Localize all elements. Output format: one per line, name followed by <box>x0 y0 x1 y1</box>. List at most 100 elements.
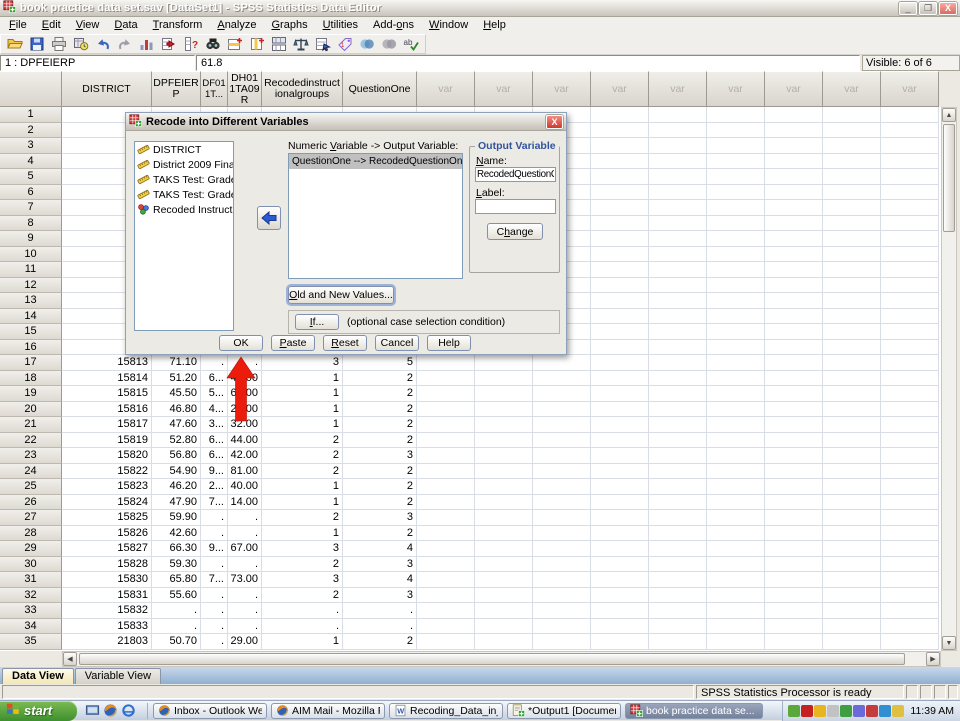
row-header[interactable]: 18 <box>0 371 62 387</box>
grid-cell[interactable]: 42.00 <box>228 448 262 464</box>
numeric-to-output-variable-list[interactable]: QuestionOne --> RecodedQuestionOne <box>288 153 463 279</box>
menu-addons[interactable]: Add-ons <box>373 19 414 32</box>
grid-cell-empty[interactable] <box>649 154 707 170</box>
column-header-questionone[interactable]: QuestionOne <box>343 71 417 107</box>
grid-cell-empty[interactable] <box>823 200 881 216</box>
grid-cell-empty[interactable] <box>881 588 939 604</box>
grid-cell-empty[interactable] <box>649 262 707 278</box>
grid-cell-empty[interactable] <box>649 371 707 387</box>
grid-cell[interactable]: 67.00 <box>228 541 262 557</box>
grid-cell-empty[interactable] <box>765 417 823 433</box>
row-header[interactable]: 7 <box>0 200 62 216</box>
taskbar-window-button[interactable]: Inbox - Outlook Web ... <box>153 703 267 719</box>
grid-cell-empty[interactable] <box>823 386 881 402</box>
grid-cell[interactable]: 9... <box>201 541 228 557</box>
grid-cell-empty[interactable] <box>591 216 649 232</box>
grid-cell[interactable]: 1 <box>262 526 343 542</box>
grid-cell[interactable]: . <box>201 588 228 604</box>
help-button[interactable]: Help <box>427 335 471 351</box>
grid-cell[interactable]: . <box>201 619 228 635</box>
grid-cell-empty[interactable] <box>823 572 881 588</box>
grid-cell[interactable]: 21803 <box>62 634 152 650</box>
grid-cell-empty[interactable] <box>823 526 881 542</box>
grid-cell-empty[interactable] <box>591 355 649 371</box>
grid-cell-empty[interactable] <box>417 495 475 511</box>
close-button[interactable]: X <box>939 2 957 15</box>
grid-cell[interactable]: 15817 <box>62 417 152 433</box>
row-header[interactable]: 13 <box>0 293 62 309</box>
grid-cell-empty[interactable] <box>649 278 707 294</box>
grid-cell-empty[interactable] <box>591 464 649 480</box>
grid-cell-empty[interactable] <box>649 510 707 526</box>
grid-cell-empty[interactable] <box>707 185 765 201</box>
grid-cell[interactable]: 1 <box>262 479 343 495</box>
grid-cell-empty[interactable] <box>649 247 707 263</box>
recode-pair-item-selected[interactable]: QuestionOne --> RecodedQuestionOne <box>289 154 462 169</box>
grid-cell[interactable]: 46.80 <box>152 402 201 418</box>
split-file-button[interactable] <box>270 36 288 53</box>
tab-variable-view[interactable]: Variable View <box>75 668 161 684</box>
grid-cell-empty[interactable] <box>707 200 765 216</box>
grid-cell-empty[interactable] <box>475 588 533 604</box>
grid-cell-empty[interactable] <box>591 138 649 154</box>
grid-cell[interactable]: 15816 <box>62 402 152 418</box>
grid-cell-empty[interactable] <box>881 107 939 123</box>
grid-cell-empty[interactable] <box>707 526 765 542</box>
grid-cell[interactable]: 4 <box>343 541 417 557</box>
grid-cell-empty[interactable] <box>591 371 649 387</box>
grid-cell-empty[interactable] <box>591 200 649 216</box>
grid-cell[interactable]: . <box>262 603 343 619</box>
grid-cell-empty[interactable] <box>591 526 649 542</box>
column-header-var[interactable]: var <box>475 71 533 107</box>
value-labels-button[interactable]: 1 <box>336 36 354 53</box>
grid-cell-empty[interactable] <box>707 293 765 309</box>
row-header[interactable]: 4 <box>0 154 62 170</box>
grid-cell-empty[interactable] <box>765 309 823 325</box>
grid-cell-empty[interactable] <box>881 402 939 418</box>
grid-cell-empty[interactable] <box>475 510 533 526</box>
grid-cell-empty[interactable] <box>881 154 939 170</box>
column-header-recodedinstructionalgroups[interactable]: Recodedinstructionalgroups <box>262 71 343 107</box>
grid-cell[interactable]: 45.50 <box>152 386 201 402</box>
grid-cell[interactable]: . <box>152 603 201 619</box>
grid-cell-empty[interactable] <box>417 479 475 495</box>
grid-cell[interactable]: 14.00 <box>228 495 262 511</box>
grid-cell-empty[interactable] <box>881 309 939 325</box>
grid-cell-empty[interactable] <box>649 231 707 247</box>
grid-cell[interactable]: 3 <box>262 355 343 371</box>
grid-cell[interactable]: 1 <box>262 417 343 433</box>
minimize-button[interactable]: _ <box>899 2 917 15</box>
menu-file[interactable]: File <box>9 19 27 32</box>
row-header[interactable]: 11 <box>0 262 62 278</box>
grid-cell[interactable]: 4... <box>201 402 228 418</box>
grid-cell-empty[interactable] <box>707 510 765 526</box>
menu-view[interactable]: View <box>76 19 100 32</box>
grid-cell-empty[interactable] <box>707 278 765 294</box>
grid-cell-empty[interactable] <box>475 634 533 650</box>
grid-cell-empty[interactable] <box>533 355 591 371</box>
insert-variable-button[interactable] <box>248 36 266 53</box>
sync-arrows-icon[interactable] <box>879 705 891 717</box>
grid-cell[interactable]: 7... <box>201 572 228 588</box>
cell-editor[interactable]: 61.8 <box>196 55 860 71</box>
select-cases-button[interactable] <box>314 36 332 53</box>
grid-cell-empty[interactable] <box>591 433 649 449</box>
grid-cell-empty[interactable] <box>765 588 823 604</box>
scroll-down-button[interactable]: ▼ <box>942 636 956 650</box>
taskbar-window-button[interactable]: WRecoding_Data_in_S... <box>389 703 503 719</box>
grid-cell[interactable]: 2 <box>343 495 417 511</box>
grid-cell[interactable]: 59.90 <box>152 510 201 526</box>
show-all-variables-button[interactable] <box>380 36 398 53</box>
grid-cell-empty[interactable] <box>475 603 533 619</box>
source-variable-item[interactable]: District 2009 Finance: E... <box>135 157 233 172</box>
grid-cell[interactable]: 15830 <box>62 572 152 588</box>
grid-cell-empty[interactable] <box>591 572 649 588</box>
grid-cell-empty[interactable] <box>881 355 939 371</box>
grid-cell-empty[interactable] <box>823 479 881 495</box>
column-header-var[interactable]: var <box>591 71 649 107</box>
grid-cell-empty[interactable] <box>707 448 765 464</box>
grid-cell-empty[interactable] <box>591 278 649 294</box>
grid-cell-empty[interactable] <box>707 572 765 588</box>
internet-explorer-quicklaunch[interactable] <box>121 703 136 718</box>
grid-cell-empty[interactable] <box>881 200 939 216</box>
